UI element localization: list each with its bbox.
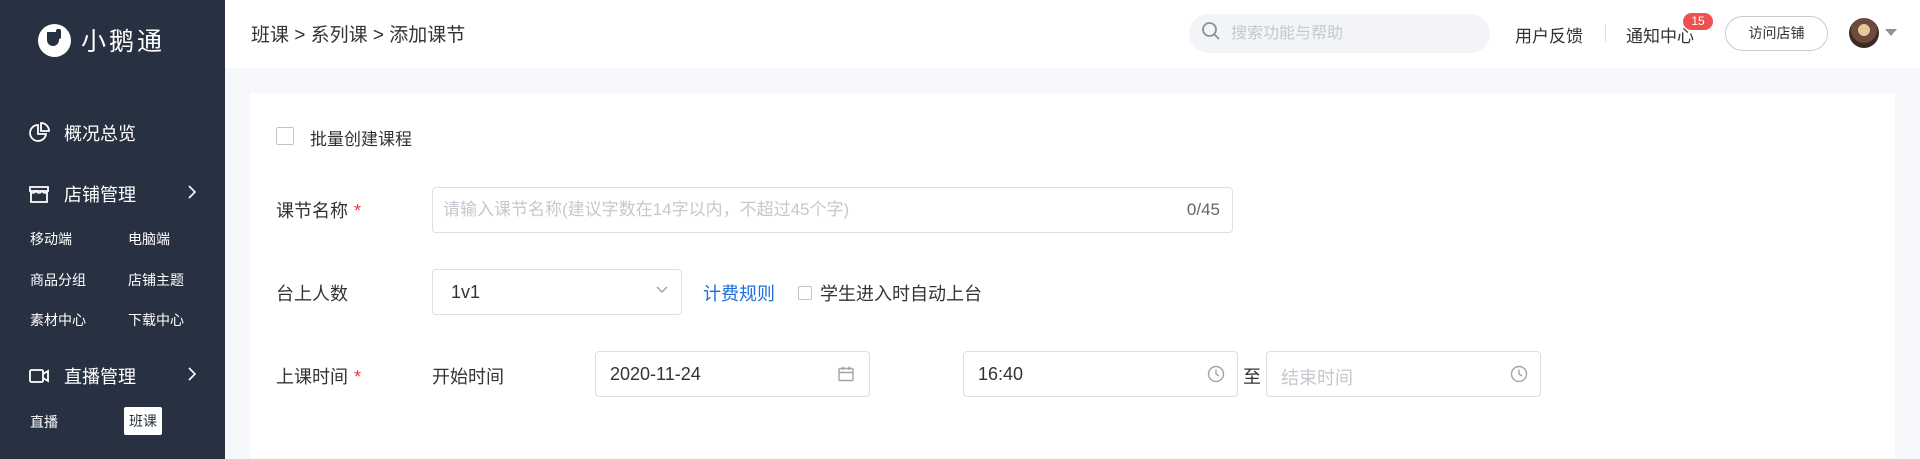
store-icon [28, 183, 50, 205]
header-divider [1605, 24, 1606, 42]
start-time-value: 16:40 [978, 364, 1024, 384]
chevron-right-icon [186, 184, 198, 205]
visit-store-button[interactable]: 访问店铺 [1725, 16, 1828, 51]
video-camera-icon [28, 365, 50, 387]
sidebar-item-class[interactable]: 班课 [124, 407, 162, 435]
stage-count-value: 1v1 [451, 282, 481, 302]
caret-down-icon[interactable] [1885, 29, 1897, 36]
required-mark: * [354, 367, 362, 387]
sidebar-item-assets[interactable]: 素材中心 [30, 310, 86, 330]
sidebar-item-desktop[interactable]: 电脑端 [128, 229, 170, 249]
top-header: 班课 > 系列课 > 添加课节 用户反馈 通知中心 15 访问店铺 [225, 0, 1920, 68]
batch-create-checkbox[interactable] [276, 127, 294, 145]
end-time-placeholder: 结束时间 [1281, 368, 1353, 388]
sidebar-item-downloads[interactable]: 下载中心 [128, 310, 184, 330]
sidebar-item-label: 店铺管理 [64, 185, 136, 205]
search-box[interactable] [1189, 14, 1490, 53]
sidebar: 小鹅通 概况总览 店铺管理 移动端 电脑端 商品分组 店铺主题 素材中心 下载中… [0, 0, 225, 459]
batch-create-label: 批量创建课程 [310, 130, 412, 149]
sidebar-item-overview[interactable]: 概况总览 [28, 120, 198, 146]
brand-logo[interactable]: 小鹅通 [38, 21, 165, 59]
brand-name: 小鹅通 [81, 28, 166, 56]
char-counter: 0/45 [1186, 200, 1220, 219]
form-card: 批量创建课程 课节名称* 0/45 台上人数 1v1 计费规则 学生进入时自动上… [250, 93, 1895, 459]
start-date-value: 2020-11-24 [610, 364, 701, 384]
sidebar-item-live-management[interactable]: 直播管理 [28, 363, 198, 389]
stage-count-label: 台上人数 [276, 284, 348, 304]
sidebar-item-live[interactable]: 直播 [30, 412, 58, 432]
lesson-name-field[interactable]: 0/45 [432, 187, 1233, 233]
sidebar-item-store-management[interactable]: 店铺管理 [28, 181, 198, 207]
clock-icon [1207, 365, 1225, 388]
lesson-name-label: 课节名称 * [276, 201, 362, 221]
breadcrumb: 班课 > 系列课 > 添加课节 [251, 25, 466, 46]
chevron-down-icon [655, 282, 669, 301]
auto-stage-checkbox[interactable] [798, 286, 812, 300]
avatar[interactable] [1849, 18, 1879, 48]
goose-logo-icon [38, 23, 71, 57]
feedback-link[interactable]: 用户反馈 [1515, 22, 1583, 47]
start-date-picker[interactable]: 2020-11-24 [595, 351, 870, 397]
calendar-icon [837, 365, 855, 388]
start-time-label: 开始时间 [432, 367, 504, 387]
class-time-label: 上课时间 * [276, 367, 362, 387]
lesson-name-input[interactable] [443, 188, 1123, 232]
notification-badge: 15 [1683, 13, 1713, 30]
start-time-picker[interactable]: 16:40 [963, 351, 1238, 397]
chevron-right-icon [186, 366, 198, 387]
sidebar-item-label: 概况总览 [64, 124, 136, 144]
billing-rules-link[interactable]: 计费规则 [703, 280, 775, 306]
end-time-picker[interactable]: 结束时间 [1266, 351, 1541, 397]
search-icon [1201, 21, 1221, 46]
required-mark: * [354, 201, 362, 221]
clock-icon [1510, 365, 1528, 388]
sidebar-item-label: 直播管理 [64, 367, 136, 387]
sidebar-item-product-groups[interactable]: 商品分组 [30, 270, 86, 290]
sidebar-item-store-theme[interactable]: 店铺主题 [128, 270, 184, 290]
auto-stage-label: 学生进入时自动上台 [820, 284, 982, 304]
pie-chart-icon [28, 122, 50, 144]
sidebar-item-mobile[interactable]: 移动端 [30, 229, 72, 249]
range-separator: 至 [1243, 367, 1261, 387]
search-input[interactable] [1231, 24, 1471, 43]
stage-count-select[interactable]: 1v1 [432, 269, 682, 315]
